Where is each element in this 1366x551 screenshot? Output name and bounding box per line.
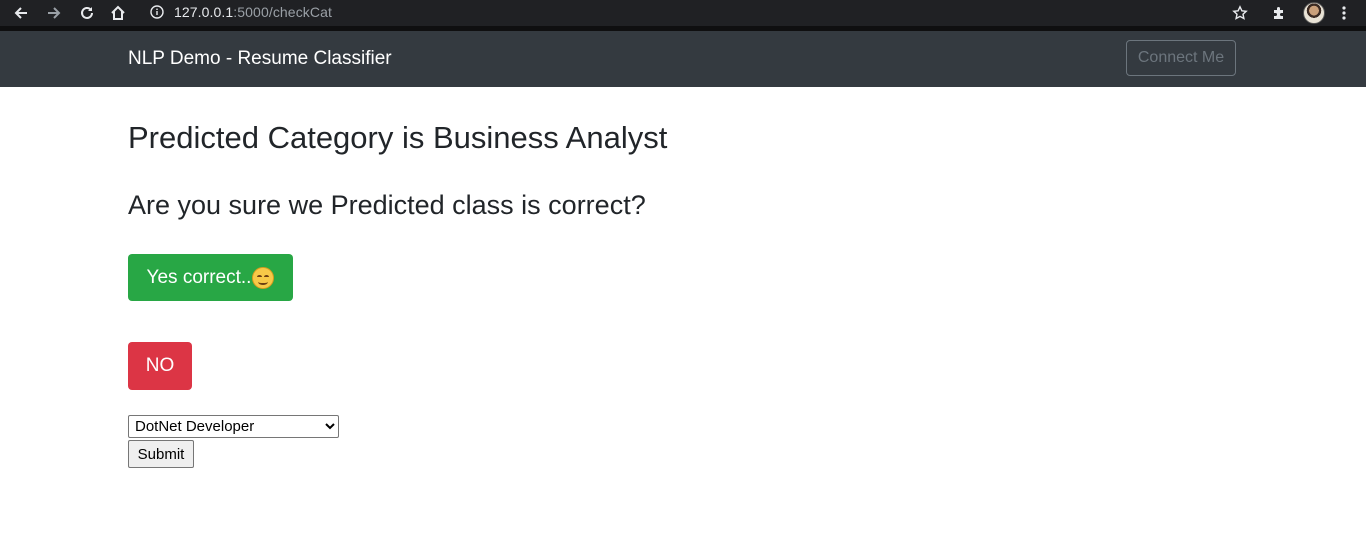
address-bar[interactable]: 127.0.0.1:5000/checkCat	[140, 0, 1260, 24]
url-path: :5000/checkCat	[233, 4, 332, 20]
reload-icon[interactable]	[76, 2, 98, 24]
info-icon[interactable]	[150, 5, 164, 19]
category-select[interactable]: DotNet Developer	[128, 415, 339, 438]
menu-icon[interactable]	[1333, 2, 1355, 24]
home-icon[interactable]	[107, 2, 129, 24]
confirmation-question: Are you sure we Predicted class is corre…	[128, 190, 646, 220]
navbar: NLP Demo - Resume Classifier Connect Me	[0, 31, 1366, 87]
no-button[interactable]: NO	[128, 342, 192, 390]
navbar-brand[interactable]: NLP Demo - Resume Classifier	[128, 48, 392, 70]
forward-icon[interactable]	[43, 2, 65, 24]
smiley-icon	[252, 266, 275, 289]
page-title: Predicted Category is Business Analyst	[128, 120, 668, 155]
yes-correct-label: Yes correct..	[146, 266, 252, 288]
yes-correct-button[interactable]: Yes correct..	[128, 254, 293, 301]
connect-me-button[interactable]: Connect Me	[1126, 40, 1236, 76]
avatar[interactable]	[1303, 2, 1325, 24]
star-icon[interactable]	[1229, 2, 1251, 24]
browser-toolbar: 127.0.0.1:5000/checkCat	[0, 0, 1366, 26]
back-icon[interactable]	[10, 2, 32, 24]
extensions-icon[interactable]	[1268, 2, 1290, 24]
url-host: 127.0.0.1	[174, 4, 234, 20]
submit-button[interactable]: Submit	[128, 440, 194, 468]
url-text: 127.0.0.1:5000/checkCat	[174, 4, 332, 20]
